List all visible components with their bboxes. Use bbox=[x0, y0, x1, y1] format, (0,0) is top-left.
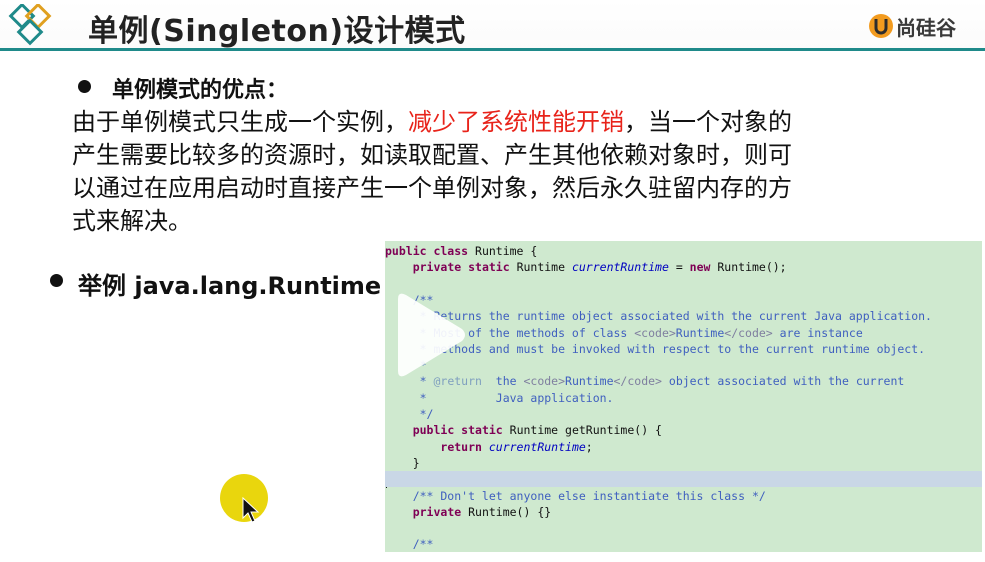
code-token: private bbox=[412, 504, 469, 519]
code-line: * bbox=[385, 357, 982, 373]
code-line: private Runtime() {} bbox=[385, 504, 982, 520]
bullet-icon bbox=[50, 274, 63, 287]
code-snippet: public class Runtime { private static Ru… bbox=[385, 241, 982, 552]
code-token: </code> bbox=[724, 325, 773, 340]
advantages-heading: 单例模式的优点： bbox=[112, 78, 289, 103]
code-token: Runtime { bbox=[475, 244, 538, 258]
slide-header: 单例(Singleton)设计模式 尚硅谷 bbox=[0, 0, 985, 50]
code-line: } bbox=[385, 455, 982, 471]
code-token: private static bbox=[412, 260, 517, 275]
paragraph-line-4: 式来解决。 bbox=[72, 207, 192, 235]
mouse-pointer-icon bbox=[242, 497, 260, 523]
code-token: return bbox=[440, 439, 489, 454]
code-token: ; bbox=[585, 439, 593, 454]
code-token: object associated with the current bbox=[661, 374, 905, 389]
code-token: */ bbox=[385, 407, 434, 421]
code-token: new bbox=[689, 260, 718, 275]
code-line: public class Runtime { bbox=[385, 243, 982, 259]
code-line bbox=[385, 471, 982, 488]
paragraph-text: 由于单例模式只生成一个实例， bbox=[72, 108, 408, 136]
play-icon[interactable] bbox=[392, 291, 467, 379]
code-token: /** bbox=[385, 537, 434, 552]
u-logo-icon bbox=[869, 14, 893, 38]
bullet-icon bbox=[78, 80, 91, 93]
code-token: /** Don't let anyone else instantiate th… bbox=[385, 488, 766, 503]
code-token: * Returns the runtime object associated … bbox=[385, 309, 932, 324]
code-line: * Java application. bbox=[385, 390, 982, 406]
code-line: * methods and must be invoked with respe… bbox=[385, 341, 982, 357]
code-line: /** bbox=[385, 536, 982, 552]
code-line: * Most of the methods of class <code>Run… bbox=[385, 325, 982, 341]
paragraph-line-3: 以通过在应用启动时直接产生一个单例对象，然后永久驻留内存的方 bbox=[72, 174, 792, 202]
code-token: <code> bbox=[523, 374, 566, 389]
brand-logo: 尚硅谷 bbox=[868, 10, 976, 42]
code-token: } bbox=[385, 455, 420, 470]
code-line: return currentRuntime; bbox=[385, 439, 982, 455]
code-token: Runtime bbox=[565, 374, 614, 389]
paragraph-text: ，当一个对象的 bbox=[624, 108, 792, 136]
code-token: Runtime getRuntime() { bbox=[509, 423, 662, 438]
interlocking-diamonds-icon bbox=[8, 4, 52, 46]
highlighted-phrase: 减少了系统性能开销 bbox=[408, 108, 624, 136]
example-label: 举例 java.lang.Runtime bbox=[78, 272, 382, 300]
code-token: Runtime bbox=[516, 260, 572, 275]
code-line: private static Runtime currentRuntime = … bbox=[385, 259, 982, 275]
code-line: /** Don't let anyone else instantiate th… bbox=[385, 488, 982, 504]
code-token: are instance bbox=[772, 325, 863, 340]
code-token: the bbox=[481, 374, 524, 389]
code-line: */ bbox=[385, 406, 982, 422]
paragraph-line-1: 由于单例模式只生成一个实例，减少了系统性能开销，当一个对象的 bbox=[72, 106, 912, 139]
brand-name: 尚硅谷 bbox=[896, 16, 956, 40]
code-token: currentRuntime bbox=[488, 439, 586, 454]
code-token: = bbox=[668, 260, 690, 275]
header-divider bbox=[0, 48, 985, 51]
paragraph-line-2: 产生需要比较多的资源时，如读取配置、产生其他依赖对象时，则可 bbox=[72, 141, 792, 169]
slide-title: 单例(Singleton)设计模式 bbox=[88, 14, 466, 49]
code-token: public class bbox=[385, 244, 476, 258]
code-line: public static Runtime getRuntime() { bbox=[385, 422, 982, 438]
code-token: Runtime bbox=[675, 325, 725, 340]
code-token: Runtime() {} bbox=[468, 504, 552, 519]
code-token: </code> bbox=[613, 374, 662, 389]
code-line: /** bbox=[385, 292, 982, 308]
code-token: Runtime(); bbox=[717, 260, 787, 275]
code-token: currentRuntime bbox=[571, 260, 669, 275]
code-line: * Returns the runtime object associated … bbox=[385, 308, 982, 324]
code-token: <code> bbox=[634, 325, 676, 340]
code-line: * @return the <code>Runtime</code> objec… bbox=[385, 373, 982, 389]
code-token: public static bbox=[412, 423, 510, 438]
code-token: * Java application. bbox=[385, 390, 614, 405]
advantages-paragraph: 由于单例模式只生成一个实例，减少了系统性能开销，当一个对象的 产生需要比较多的资… bbox=[72, 106, 912, 238]
